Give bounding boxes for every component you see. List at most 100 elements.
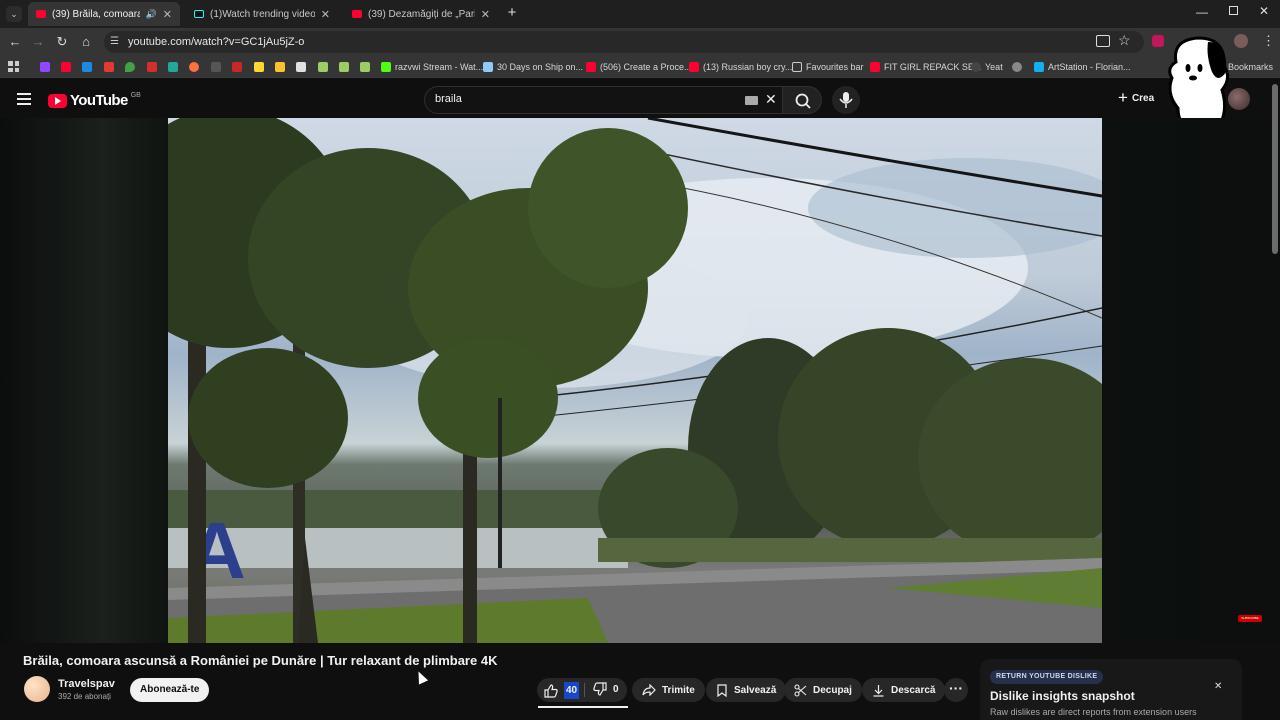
bookmark-icon[interactable] <box>318 62 328 72</box>
hamburger-menu-icon[interactable] <box>17 93 31 105</box>
yeat-icon <box>971 62 981 72</box>
bookmark-icon[interactable] <box>232 62 242 72</box>
reload-icon[interactable]: ↻ <box>54 34 70 50</box>
bookmark-kick[interactable]: razvwi Stream - Wat... <box>381 60 483 74</box>
extension-description: Raw dislikes are direct reports from ext… <box>990 707 1197 717</box>
bookmark-icon[interactable] <box>360 62 370 72</box>
bookmark-icon[interactable] <box>339 62 349 72</box>
extension-badge: RETURN YOUTUBE DISLIKE <box>990 670 1104 684</box>
channel-avatar[interactable] <box>24 676 50 702</box>
tab-close-icon[interactable]: ✕ <box>163 8 172 21</box>
restore-icon[interactable] <box>1229 6 1238 15</box>
bookmark-icon[interactable] <box>82 62 92 72</box>
bookmark-star-icon[interactable]: ☆ <box>1118 32 1131 49</box>
url-text[interactable]: youtube.com/watch?v=GC1jAu5jZ-o <box>128 36 304 48</box>
download-button[interactable]: Descarcă <box>862 678 946 702</box>
bookmark-icon[interactable] <box>1012 62 1022 72</box>
share-arrow-icon <box>642 684 656 696</box>
bookmark-russian-boy[interactable]: (13) Russian boy cry... <box>689 60 792 74</box>
artstation-icon <box>1034 62 1044 72</box>
more-actions-icon[interactable]: ··· <box>944 678 968 702</box>
tab-dezamagiti[interactable]: (39) Dezamăgiți de „Parisul” Ch ✕ <box>344 2 498 26</box>
bookmark-icon[interactable] <box>211 62 221 72</box>
share-button[interactable]: Trimite <box>632 678 705 702</box>
video-frame[interactable]: A <box>168 118 1102 643</box>
subscribe-button[interactable]: Abonează-te <box>130 678 210 702</box>
voice-search-button[interactable] <box>832 86 860 114</box>
site-settings-icon[interactable]: ☰ <box>110 36 122 48</box>
youtube-icon <box>689 62 699 72</box>
youtube-logo[interactable]: YouTube GB <box>48 92 141 109</box>
bookmark-icon[interactable] <box>189 62 199 72</box>
bookmark-artstation[interactable]: ArtStation - Florian... <box>1034 60 1131 74</box>
new-tab-plus-icon[interactable]: + <box>504 5 520 21</box>
bookmark-favourites-bar[interactable]: Favourites bar <box>792 60 864 74</box>
youtube-icon <box>870 62 880 72</box>
extension-title: Dislike insights snapshot <box>990 689 1135 703</box>
tiktok-favicon-icon <box>194 10 204 18</box>
bookmark-icon[interactable] <box>275 62 285 72</box>
tab-close-icon[interactable]: ✕ <box>481 8 490 21</box>
dislike-button[interactable]: 0 <box>593 682 619 696</box>
back-arrow-icon[interactable]: ← <box>7 34 23 50</box>
browser-menu-icon[interactable]: ⋮ <box>1262 33 1275 49</box>
bookmark-save-icon <box>717 683 727 697</box>
clip-button[interactable]: Decupaj <box>784 678 862 702</box>
youtube-favicon-icon <box>36 10 46 18</box>
profile-avatar-icon[interactable] <box>1234 34 1248 48</box>
install-app-icon[interactable] <box>1096 35 1110 47</box>
youtube-icon <box>586 62 596 72</box>
tab-tiktok[interactable]: (1)Watch trending videos for y ✕ <box>186 2 338 26</box>
video-title: Brăila, comoara ascunsă a României pe Du… <box>23 653 498 668</box>
bookmark-icon[interactable] <box>254 62 264 72</box>
youtube-bookmark-icon[interactable] <box>61 62 71 72</box>
keyboard-icon[interactable] <box>745 96 758 105</box>
plus-icon: + <box>1118 88 1128 107</box>
kick-icon <box>381 62 391 72</box>
microphone-icon <box>839 92 853 108</box>
forward-arrow-icon[interactable]: → <box>30 34 46 50</box>
like-ratio-bar <box>538 706 628 708</box>
scissors-icon <box>794 683 807 697</box>
search-input[interactable]: braila <box>435 93 462 105</box>
twitch-bookmark-icon[interactable] <box>40 62 50 72</box>
bookmark-fitgirl[interactable]: FIT GIRL REPACK SE... <box>870 60 981 74</box>
search-box[interactable]: braila ✕ <box>424 86 786 114</box>
maps-bookmark-icon[interactable] <box>125 62 135 72</box>
gmail-bookmark-icon[interactable] <box>104 62 114 72</box>
create-button[interactable]: + Crea <box>1118 88 1154 107</box>
bookmark-create-process[interactable]: (506) Create a Proce... <box>586 60 692 74</box>
clear-search-icon[interactable]: ✕ <box>765 91 777 108</box>
youtube-play-logo-icon <box>48 93 67 108</box>
subscriber-count: 392 de abonați <box>58 692 111 701</box>
bookmark-icon[interactable] <box>147 62 157 72</box>
subscribe-watermark-badge[interactable]: SUBSCRIBE <box>1238 615 1262 622</box>
page-scrollbar-thumb[interactable] <box>1272 84 1278 254</box>
bookmark-yeat[interactable]: Yeat <box>971 60 1003 74</box>
tab-braila[interactable]: (39) Brăila, comoara ascuns 🔊 ✕ <box>28 2 180 26</box>
extension-close-icon[interactable]: ✕ <box>1214 681 1222 692</box>
window-close-icon[interactable]: ✕ <box>1259 4 1269 18</box>
tab-close-icon[interactable]: ✕ <box>321 8 330 21</box>
bookmark-30-days[interactable]: 30 Days on Ship on... <box>483 60 583 74</box>
bookmark-all-bookmarks[interactable]: Bookmarks <box>1228 60 1273 74</box>
search-button[interactable] <box>782 86 822 114</box>
channel-name[interactable]: Travelspav <box>58 678 115 690</box>
bookmark-icon[interactable] <box>296 62 306 72</box>
folder-icon <box>792 62 802 72</box>
thumbs-down-icon <box>593 682 607 696</box>
bookmarks-bar: razvwi Stream - Wat... 30 Days on Ship o… <box>0 56 1280 78</box>
tab-search-chevron-icon[interactable]: ⌄ <box>6 6 22 22</box>
minimize-icon[interactable]: — <box>1196 5 1208 19</box>
speaker-icon[interactable]: 🔊 <box>146 9 157 20</box>
home-icon[interactable]: ⌂ <box>78 34 94 50</box>
apps-grid-icon[interactable] <box>8 61 19 72</box>
download-icon <box>873 684 884 697</box>
save-button[interactable]: Salvează <box>706 678 787 702</box>
thumbs-up-icon <box>544 683 558 698</box>
like-divider <box>584 683 585 697</box>
bookmark-icon[interactable] <box>168 62 178 72</box>
like-button[interactable]: 40 <box>544 682 580 699</box>
youtube-favicon-icon <box>352 10 362 18</box>
search-icon <box>795 93 811 109</box>
